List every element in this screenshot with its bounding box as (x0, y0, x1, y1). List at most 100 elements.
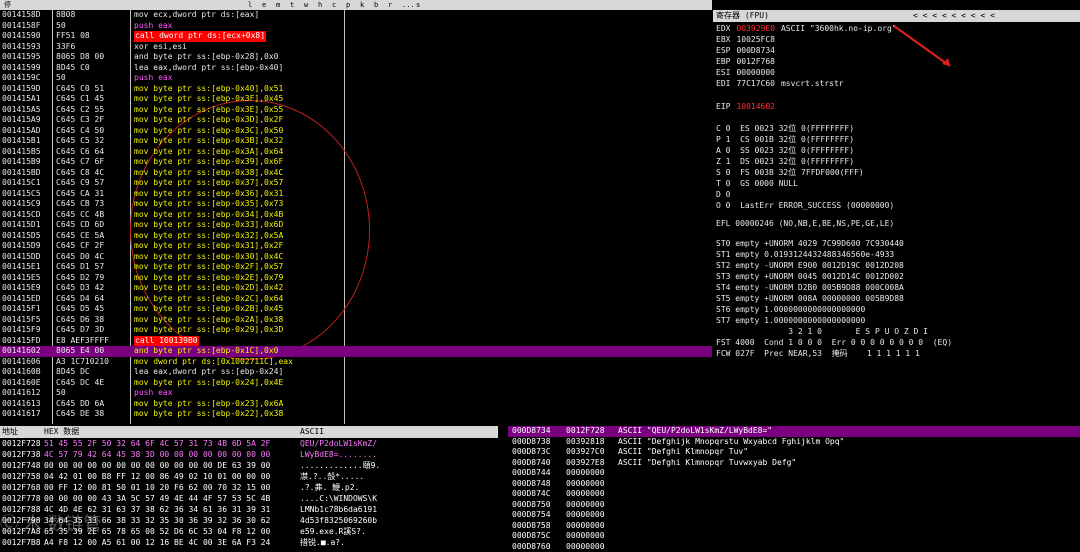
disasm-row[interactable]: 001415B9 C645 C7 6F mov byte ptr ss:[ebp-0… (0, 157, 712, 168)
disasm-row[interactable]: 001415E5 C645 D2 79 mov byte ptr ss:[ebp-0… (0, 273, 712, 284)
fpu-st-line[interactable]: ST2 empty -UNORM E900 0012D19C 0012D208 (716, 261, 904, 272)
register-line[interactable]: EDI 77C17C60 msvcrt.strstr (716, 79, 844, 90)
register-line[interactable]: EBX 10025FC8 (716, 35, 781, 46)
toolbar-button[interactable]: b (374, 0, 378, 10)
disasm-row[interactable]: 001415B1 C645 C5 32 mov byte ptr ss:[ebp-0… (0, 136, 712, 147)
register-line[interactable]: EBP 0012F768 (716, 57, 781, 68)
dump-row[interactable]: 0012F778 00 00 00 00 43 3A 5C 57 49 4E 44… (0, 494, 498, 505)
fpu-st-line[interactable]: ST4 empty -UNORM D2B0 005B9D88 000C008A (716, 283, 904, 294)
toolbar-button[interactable]: k (360, 0, 364, 10)
stack-row[interactable]: 000D8748 00000000 (508, 479, 1080, 490)
registers-nav[interactable]: < < < < < < < < < (913, 10, 995, 22)
stack-row[interactable]: 000D8750 00000000 (508, 500, 1080, 511)
disasm-row[interactable]: 00141593 33F6 xor esi,esi (0, 42, 712, 53)
stack-row[interactable]: 000D8760 00000000 (508, 542, 1080, 552)
disasm-row[interactable]: 001415A1 C645 C1 45 mov byte ptr ss:[ebp-0… (0, 94, 712, 105)
flag-line[interactable]: C 0 ES 0023 32位 0(FFFFFFFF) (716, 124, 854, 135)
toolbar-button[interactable]: s (416, 0, 420, 10)
fpu-st-line[interactable]: ST1 empty 0.0193124432488346560e-4933 (716, 250, 894, 261)
toolbar-button[interactable]: p (346, 0, 350, 10)
disasm-row[interactable]: 001415F5 C645 D6 38 mov byte ptr ss:[ebp-0… (0, 315, 712, 326)
stack-pane[interactable]: 000D8734 0012F728 ASCII "QEU/P2doLW1sKmZ/L… (508, 426, 1080, 552)
disasm-row[interactable]: 001415A9 C645 C3 2F mov byte ptr ss:[ebp-0… (0, 115, 712, 126)
efl-line[interactable]: EFL 00000246 (NO,NB,E,BE,NS,PE,GE,LE) (716, 219, 894, 230)
dump-row[interactable]: 0012F768 00 FF 12 00 81 50 01 10 20 F6 62… (0, 483, 498, 494)
disasm-row[interactable]: 00141613 C645 DD 6A mov byte ptr ss:[ebp-0… (0, 399, 712, 410)
disasm-row[interactable]: 001415DD C645 D0 4C mov byte ptr ss:[ebp-0… (0, 252, 712, 263)
disasm-row[interactable]: 001415F9 C645 D7 3D mov byte ptr ss:[ebp-0… (0, 325, 712, 336)
dump-row[interactable]: 0012F728 51 45 55 2F 50 32 64 6F 4C 57 31… (0, 439, 498, 450)
disasm-row[interactable]: 0014160E C645 DC 4E mov byte ptr ss:[ebp-0… (0, 378, 712, 389)
toolbar-button[interactable]: ... (402, 0, 415, 10)
dump-row[interactable]: 0012F738 4C 57 79 42 64 45 38 3D 00 00 00… (0, 450, 498, 461)
disasm-row[interactable]: 0014160B 8D45 DC lea eax,dword ptr ss:[ebp… (0, 367, 712, 378)
dump-row[interactable]: 0012F7B8 A4 F8 12 00 A5 61 00 12 16 BE 4C… (0, 538, 498, 549)
disasm-row[interactable]: 001415FD E8 AEF3FFFF call 100139B0 (0, 335, 712, 346)
disasm-row[interactable]: 00141612 50 push eax (0, 388, 712, 399)
disasm-row[interactable]: 00141599 8D45 C0 lea eax,dword ptr ss:[ebp… (0, 63, 712, 74)
disasm-row[interactable]: 001415ED C645 D4 64 mov byte ptr ss:[ebp-0… (0, 294, 712, 305)
flag-line[interactable]: T 0 GS 0000 NULL (716, 179, 798, 190)
disasm-row[interactable]: 001415C9 C645 CB 73 mov byte ptr ss:[ebp-0… (0, 199, 712, 210)
disasm-row[interactable]: 001415D1 C645 CD 6D mov byte ptr ss:[ebp-0… (0, 220, 712, 231)
disasm-row[interactable]: 001415F1 C645 D5 45 mov byte ptr ss:[ebp-0… (0, 304, 712, 315)
register-line[interactable]: ESI 00000000 (716, 68, 781, 79)
register-line[interactable]: ESP 000D8734 (716, 46, 781, 57)
stack-row[interactable]: 000D874C 00000000 (508, 489, 1080, 500)
flag-line[interactable]: Z 1 DS 0023 32位 0(FFFFFFFF) (716, 157, 854, 168)
fpu-st-line[interactable]: ST0 empty +UNORM 4029 7C99D600 7C930440 (716, 239, 904, 250)
toolbar-button[interactable]: m (276, 0, 280, 10)
disassembly-pane[interactable]: 0014158D 8B08 mov ecx,dword ptr ds:[eax] 00… (0, 10, 712, 424)
toolbar-button[interactable]: w (304, 0, 308, 10)
disasm-row[interactable]: 0014158F 50 push eax (0, 21, 712, 32)
disasm-row[interactable]: 00141590 FF51 08 call dword ptr ds:[ecx+0x… (0, 31, 712, 42)
stack-row[interactable]: 000D873C 003927C0 ASCII "Defghi Klmnopqr T… (508, 447, 1080, 458)
fpu-st-line[interactable]: ST7 empty 1.0000000000000000000 (716, 316, 865, 327)
registers-pane[interactable]: 寄存器 (FPU) < < < < < < < < < EDX 003929E0 AS… (713, 10, 1080, 424)
flag-line[interactable]: D 0 (716, 190, 730, 201)
stack-row[interactable]: 000D875C 00000000 (508, 531, 1080, 542)
disasm-row[interactable]: 001415C5 C645 CA 31 mov byte ptr ss:[ebp-0… (0, 189, 712, 200)
disasm-row[interactable]: 001415BD C645 C8 4C mov byte ptr ss:[ebp-0… (0, 168, 712, 179)
disasm-row[interactable]: 001415B5 C645 C6 64 mov byte ptr ss:[ebp-0… (0, 147, 712, 158)
disasm-row[interactable]: 001415C1 C645 C9 57 mov byte ptr ss:[ebp-0… (0, 178, 712, 189)
disasm-row[interactable]: 001415A5 C645 C2 55 mov byte ptr ss:[ebp-0… (0, 105, 712, 116)
disasm-row[interactable]: 001415CD C645 CC 4B mov byte ptr ss:[ebp-0… (0, 210, 712, 221)
fpu-st-line[interactable]: ST5 empty +UNORM 008A 00000000 005B9D88 (716, 294, 904, 305)
disasm-row[interactable]: 0014158D 8B08 mov ecx,dword ptr ds:[eax] (0, 10, 712, 21)
disasm-row[interactable]: 00141602 8065 E4 00 and byte ptr ss:[ebp-0… (0, 346, 712, 357)
disasm-row[interactable]: 001415AD C645 C4 50 mov byte ptr ss:[ebp-0… (0, 126, 712, 137)
register-line-eip[interactable]: EIP 10014602 (716, 102, 775, 113)
flag-line[interactable]: P 1 CS 001B 32位 0(FFFFFFFF) (716, 135, 854, 146)
disasm-row[interactable]: 00141595 8065 D8 00 and byte ptr ss:[ebp-0… (0, 52, 712, 63)
disasm-row[interactable]: 00141617 C645 DE 38 mov byte ptr ss:[ebp-0… (0, 409, 712, 420)
toolbar-button[interactable]: 停 (4, 0, 11, 10)
stack-row[interactable]: 000D8738 00392818 ASCII "Defghijk Mnopqrst… (508, 437, 1080, 448)
dump-row[interactable]: 0012F748 00 00 00 00 00 00 00 00 00 00 00… (0, 461, 498, 472)
flag-line[interactable]: S 0 FS 003B 32位 7FFDF000(FFF) (716, 168, 864, 179)
flag-line[interactable]: A 0 SS 0023 32位 0(FFFFFFFF) (716, 146, 854, 157)
stack-row[interactable]: 000D8734 0012F728 ASCII "QEU/P2doLW1sKmZ/L… (508, 426, 1080, 437)
toolbar-button[interactable]: l (248, 0, 252, 10)
toolbar-button[interactable]: e (262, 0, 266, 10)
stack-row[interactable]: 000D8754 00000000 (508, 510, 1080, 521)
stack-row[interactable]: 000D8744 00000000 (508, 468, 1080, 479)
toolbar-button[interactable]: h (318, 0, 322, 10)
fpu-st-line[interactable]: ST3 empty +UNORM 0045 0012D14C 0012D002 (716, 272, 904, 283)
disasm-row[interactable]: 001415D5 C645 CE 5A mov byte ptr ss:[ebp-0… (0, 231, 712, 242)
toolbar-button[interactable]: t (290, 0, 294, 10)
disasm-row[interactable]: 001415E1 C645 D1 57 mov byte ptr ss:[ebp-0… (0, 262, 712, 273)
fpu-st-line[interactable]: ST6 empty 1.0000000000000000000 (716, 305, 865, 316)
stack-row[interactable]: 000D8758 00000000 (508, 521, 1080, 532)
toolbar-button[interactable]: c (332, 0, 336, 10)
register-line[interactable]: EDX 003929E0 ASCII "3600hk.no-ip.org" (716, 24, 897, 35)
disasm-row[interactable]: 0014159C 50 push eax (0, 73, 712, 84)
disasm-row[interactable]: 00141606 A3 1C710210 mov dword ptr ds:[0x1… (0, 357, 712, 368)
dump-row[interactable]: 0012F758 04 42 01 00 B8 FF 12 00 86 49 02… (0, 472, 498, 483)
disasm-row[interactable]: 0014159D C645 C0 51 mov byte ptr ss:[ebp-0… (0, 84, 712, 95)
disasm-row[interactable]: 001415E9 C645 D3 42 mov byte ptr ss:[ebp-0… (0, 283, 712, 294)
flag-line[interactable]: O 0 LastErr ERROR_SUCCESS (00000000) (716, 201, 894, 212)
stack-row[interactable]: 000D8740 003927E8 ASCII "Defghi Klmnopqr T… (508, 458, 1080, 469)
toolbar-button[interactable]: r (388, 0, 392, 10)
disasm-row[interactable]: 001415D9 C645 CF 2F mov byte ptr ss:[ebp-0… (0, 241, 712, 252)
